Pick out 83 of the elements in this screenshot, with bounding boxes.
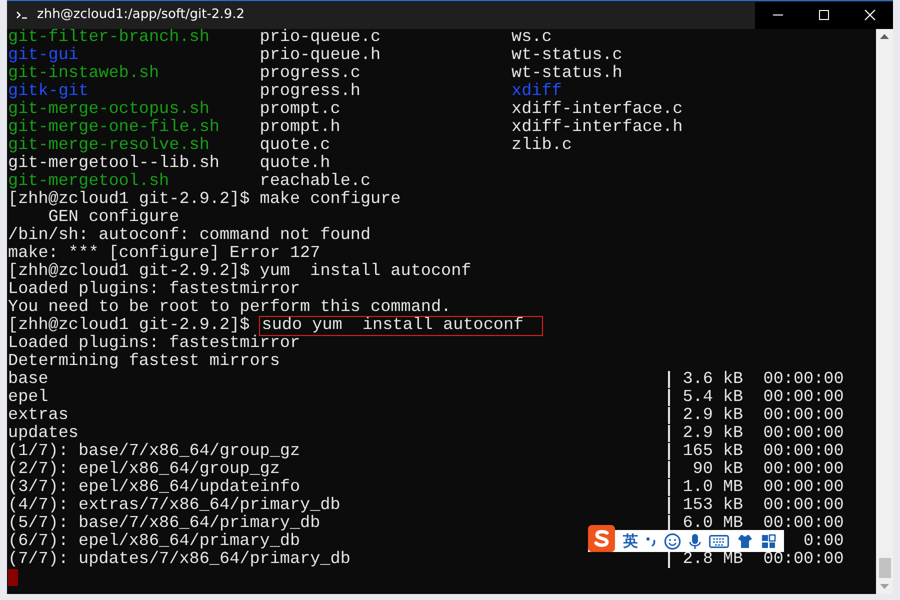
repo-name: base (8, 370, 48, 389)
close-icon (864, 9, 876, 21)
size-text: 153 kB (668, 497, 744, 514)
file-name: xdiff (512, 83, 562, 101)
file-name: wt-status.c (512, 47, 624, 65)
scrollbar-thumb[interactable] (878, 558, 890, 578)
output-line: You need to be root to perform this command. (8, 299, 452, 317)
prompt-text: [zhh@zcloud1 git-2.9.2]$ (8, 317, 250, 335)
size-text: 1.0 MB (668, 479, 744, 496)
command-text: yum install autoconf (260, 263, 472, 281)
time-text: 00:00:00 (763, 425, 844, 443)
prompt-text: [zhh@zcloud1 git-2.9.2]$ (8, 191, 250, 209)
repo-name: (6/7): epel/x86_64/primary_db (8, 532, 300, 551)
file-name: prompt.c (260, 101, 342, 119)
output-line: /bin/sh: autoconf: command not found (8, 227, 371, 245)
repo-name: (5/7): base/7/x86_64/primary_db (8, 514, 320, 533)
file-name: xdiff-interface.h (512, 119, 684, 137)
size-text: 3.6 kB (668, 371, 744, 388)
file-name: ws.c (512, 29, 553, 47)
time-text: 00:00:00 (763, 389, 844, 407)
file-name: git-gui (8, 47, 78, 65)
keyboard-icon[interactable] (709, 534, 729, 548)
scroll-up-icon[interactable] (880, 34, 889, 39)
file-name: prio-queue.c (260, 29, 382, 47)
logo-icon[interactable] (588, 524, 615, 552)
file-name: prio-queue.h (260, 47, 382, 65)
output-line: Loaded plugins: fastestmirror (8, 281, 300, 299)
time-text: 00:00:00 (763, 515, 844, 533)
output-line: Loaded plugins: fastestmirror (8, 335, 300, 353)
file-name: gitk-git (8, 83, 89, 101)
repo-name: (7/7): updates/7/x86_64/primary_db (8, 550, 350, 569)
command-text: make configure (260, 191, 401, 209)
close-button[interactable] (847, 2, 893, 28)
window-title: zhh@zcloud1:/app/soft/git-2.9.2 (37, 6, 244, 24)
size-text: 90 kB (668, 461, 744, 478)
size-text: 5.4 kB (668, 389, 744, 406)
cursor (8, 569, 18, 586)
file-name: wt-status.h (512, 65, 624, 83)
file-name: git-merge-resolve.sh (8, 137, 210, 155)
size-text: 165 kB (668, 443, 744, 460)
file-name: git-merge-one-file.sh (8, 119, 220, 137)
repo-name: (4/7): extras/7/x86_64/primary_db (8, 496, 340, 515)
punctuation-icon[interactable] (646, 535, 656, 547)
output-line: make: *** [configure] Error 127 (8, 245, 320, 263)
smiley-icon[interactable] (664, 532, 681, 550)
file-name: git-filter-branch.sh (8, 29, 210, 47)
file-name: zlib.c (512, 137, 573, 155)
microphone-icon[interactable] (689, 532, 701, 550)
prompt-text: [zhh@zcloud1 git-2.9.2]$ (8, 263, 250, 281)
time-text: 00:00:00 (763, 479, 844, 497)
file-name: git-mergetool--lib.sh (8, 155, 220, 173)
file-name: quote.c (260, 137, 332, 155)
file-name: progress.h (260, 83, 362, 101)
size-text: 2.9 kB (668, 425, 744, 442)
maximize-icon (818, 9, 830, 21)
file-name: reachable.c (260, 173, 371, 191)
output-line: GEN configure (48, 209, 180, 227)
file-name: xdiff-interface.c (512, 101, 684, 119)
time-text: 00:00:00 (763, 371, 844, 389)
file-name: git-mergetool.sh (8, 173, 170, 191)
command-text: sudo yum install autoconf (260, 317, 542, 335)
repo-name: (3/7): epel/x86_64/updateinfo (8, 478, 300, 497)
time-text: 00:00:00 (763, 497, 844, 515)
repo-name: epel (8, 388, 48, 407)
time-text: 00:00:00 (763, 407, 844, 425)
repo-name: (2/7): epel/x86_64/group_gz (8, 460, 280, 479)
language-mode-button[interactable]: 英 (623, 534, 638, 548)
repo-name: updates (8, 424, 78, 443)
repo-name: extras (8, 406, 68, 425)
file-name: git-merge-octopus.sh (8, 101, 210, 119)
output-line: Determining fastest mirrors (8, 353, 280, 371)
file-name: prompt.h (260, 119, 342, 137)
toolbox-icon[interactable] (761, 534, 776, 548)
file-name: quote.h (260, 155, 330, 173)
repo-name: (1/7): base/7/x86_64/group_gz (8, 442, 300, 461)
time-text: 00:00:00 (763, 443, 844, 461)
file-name: progress.c (260, 65, 362, 83)
file-name: git-instaweb.sh (8, 65, 160, 83)
size-text: 2.9 kB (668, 407, 744, 424)
time-text: 0:00 (804, 533, 844, 551)
shirt-icon[interactable] (737, 534, 753, 548)
time-text: 00:00:00 (763, 461, 844, 479)
time-text: 00:00:00 (763, 551, 844, 569)
